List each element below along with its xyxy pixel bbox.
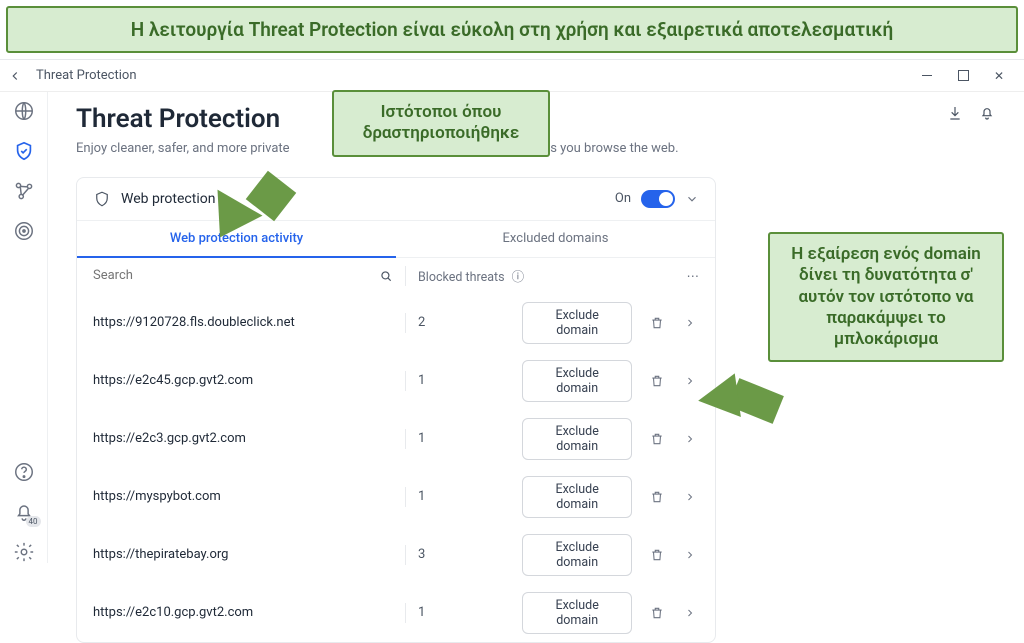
arrow-head-2 (695, 373, 741, 422)
blocked-threats-header: Blocked threats (418, 270, 505, 285)
top-banner-callout: Η λειτουργία Threat Protection είναι εύκ… (6, 6, 1018, 53)
info-icon[interactable]: ⓘ (512, 270, 525, 285)
callout-exclude: Η εξαίρεση ενός domain δίνει τη δυνατότη… (768, 232, 1004, 362)
search-input[interactable] (93, 268, 379, 283)
trash-icon[interactable] (650, 316, 665, 330)
exclude-domain-button[interactable]: Exclude domain (522, 534, 632, 576)
count-cell: 1 (418, 431, 512, 446)
back-button[interactable] (8, 69, 28, 83)
table-row: https://myspybot.com 1 Exclude domain (77, 468, 715, 526)
download-icon[interactable] (946, 104, 964, 122)
table-row: https://e2c10.gcp.gvt2.com 1 Exclude domai… (77, 584, 715, 642)
table-row: https://thepiratebay.org 3 Exclude domain (77, 526, 715, 584)
radar-icon[interactable] (13, 220, 35, 242)
web-protection-toggle[interactable] (641, 190, 675, 208)
toggle-state-label: On (615, 191, 631, 206)
table-row: https://9120728.fls.doubleclick.net 2 Excl… (77, 294, 715, 352)
notifications-icon[interactable] (13, 501, 35, 523)
search-icon[interactable] (379, 269, 393, 283)
exclude-domain-button[interactable]: Exclude domain (522, 418, 632, 460)
help-icon[interactable] (13, 461, 35, 483)
count-cell: 2 (418, 315, 512, 330)
trash-icon[interactable] (650, 432, 665, 446)
globe-icon[interactable] (13, 100, 35, 122)
domain-cell: https://e2c45.gcp.gvt2.com (93, 373, 393, 388)
table-row: https://e2c45.gcp.gvt2.com 1 Exclude domai… (77, 352, 715, 410)
exclude-domain-button[interactable]: Exclude domain (522, 302, 632, 344)
bell-icon[interactable] (978, 104, 996, 122)
chevron-right-icon[interactable] (684, 607, 699, 619)
trash-icon[interactable] (650, 548, 665, 562)
web-protection-panel: Web protection On Web protection activit… (76, 177, 716, 643)
trash-icon[interactable] (650, 606, 665, 620)
chevron-right-icon[interactable] (684, 433, 699, 445)
tab-excluded[interactable]: Excluded domains (396, 221, 715, 258)
exclude-domain-button[interactable]: Exclude domain (522, 360, 632, 402)
sidebar (0, 60, 48, 563)
trash-icon[interactable] (650, 374, 665, 388)
mesh-icon[interactable] (13, 180, 35, 202)
count-cell: 1 (418, 605, 512, 620)
count-cell: 3 (418, 547, 512, 562)
domain-cell: https://e2c10.gcp.gvt2.com (93, 605, 393, 620)
domain-cell: https://thepiratebay.org (93, 547, 393, 562)
shield-icon[interactable] (13, 140, 35, 162)
expand-chevron-icon[interactable] (685, 192, 699, 206)
count-cell: 1 (418, 373, 512, 388)
chevron-right-icon[interactable] (684, 491, 699, 503)
more-icon[interactable]: ⋯ (687, 269, 700, 284)
exclude-domain-button[interactable]: Exclude domain (522, 476, 632, 518)
count-cell: 1 (418, 489, 512, 504)
domain-cell: https://9120728.fls.doubleclick.net (93, 315, 393, 330)
shield-outline-icon (93, 190, 111, 208)
domain-cell: https://myspybot.com (93, 489, 393, 504)
settings-icon[interactable] (13, 541, 35, 563)
domain-cell: https://e2c3.gcp.gvt2.com (93, 431, 393, 446)
chevron-right-icon[interactable] (684, 317, 699, 329)
panel-title: Web protection (121, 191, 215, 207)
exclude-domain-button[interactable]: Exclude domain (522, 592, 632, 634)
table-row: https://e2c3.gcp.gvt2.com 1 Exclude domain (77, 410, 715, 468)
chevron-right-icon[interactable] (684, 549, 699, 561)
callout-activity: Ιστότοποι όπου δραστηριοποιήθηκε (332, 90, 550, 157)
trash-icon[interactable] (650, 490, 665, 504)
